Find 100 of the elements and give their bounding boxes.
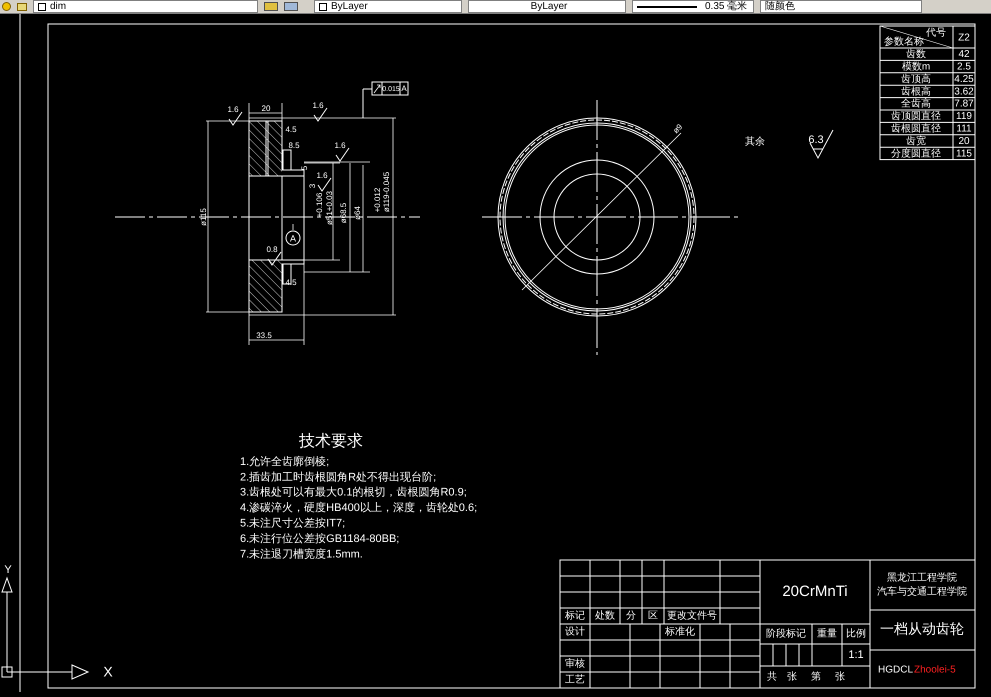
dropdown-value: 随颜色: [765, 2, 795, 12]
block-label: 审核: [565, 658, 585, 670]
layer-stack-icon[interactable]: [284, 2, 298, 11]
block-label: 处数: [595, 610, 615, 622]
block-label: 标记: [565, 610, 585, 622]
block-label: 阶段标记: [766, 628, 806, 640]
parameter-value: 20: [958, 136, 970, 147]
block-label: 重量: [817, 628, 837, 640]
dimension-text: 33.5: [256, 331, 272, 340]
dropdown-value: ByLayer: [530, 2, 568, 12]
swatch-icon: [319, 2, 327, 10]
dimension-text: +0.106: [315, 192, 324, 218]
dimension-text: 20: [262, 104, 270, 114]
dimension-text: ø9: [671, 122, 684, 136]
table-column-header: Z2: [958, 32, 970, 44]
parameter-value: 115: [956, 148, 972, 160]
runout-arrow-icon: [374, 84, 380, 94]
datum-circle: [286, 230, 300, 246]
school-name: 黑龙江工程学院: [887, 572, 957, 584]
parameter-label: 齿顶高: [901, 74, 931, 85]
surface-roughness-icon: [810, 130, 834, 160]
toolbar-dropdown[interactable]: 0.35 毫米: [632, 0, 754, 13]
surface-roughness-icon: [228, 112, 242, 126]
scale-value: 1:1: [848, 648, 864, 661]
block-label: 第: [811, 672, 821, 683]
parameter-value: 4.25: [954, 74, 974, 85]
block-label: 更改文件号: [667, 610, 717, 622]
dimension-text: ø64: [353, 206, 362, 220]
parameter-value: 111: [956, 124, 972, 135]
roughness-value: 1.6: [316, 171, 328, 180]
parameter-label: 模数m: [902, 62, 930, 73]
requirement-text: 4.渗碳淬火，硬度HB400以上，深度，齿轮处0.6;: [240, 502, 478, 514]
roughness-value: 1.6: [334, 141, 346, 150]
surface-roughness-icon: [314, 108, 328, 122]
block-label: 比例: [846, 628, 866, 640]
block-label: 分: [626, 610, 636, 622]
requirement-text: 7.未注退刀槽宽度1.5mm.: [240, 548, 363, 560]
toolbar-dropdown[interactable]: ByLayer: [468, 0, 626, 13]
requirement-text: 5.未注尺寸公差按IT7;: [240, 518, 346, 530]
layer-tool-icon[interactable]: [264, 2, 278, 11]
parameter-label: 齿顶圆直径: [891, 111, 941, 122]
dimension-text: ø115: [199, 208, 208, 226]
swatch-icon: [38, 2, 46, 10]
roughness-value: 6.3: [808, 134, 824, 146]
layers-icon[interactable]: [17, 2, 27, 10]
dropdown-value: ByLayer: [331, 2, 368, 12]
dimension-text: ø119-0.045: [382, 172, 392, 212]
drawing-number: HGDCL: [878, 664, 914, 676]
surface-roughness-icon: [336, 148, 350, 162]
axis-label: X: [103, 664, 113, 680]
block-label: 共: [767, 672, 777, 683]
roughness-value: 1.6: [227, 105, 239, 114]
table-header-label: 代号: [926, 28, 946, 39]
toolbar-dropdown[interactable]: dim: [33, 0, 258, 13]
dimension-text: +0.012: [373, 188, 382, 212]
parameter-label: 齿数: [906, 49, 926, 60]
datum-label: A: [290, 233, 296, 244]
dimension-text: 8.5: [288, 141, 300, 150]
roughness-value: 1.6: [312, 101, 324, 110]
ucs-axes-icon: [2, 576, 90, 680]
toolbar-dropdown[interactable]: 随颜色: [760, 0, 922, 13]
sun-icon[interactable]: [2, 2, 11, 11]
requirement-text: 3.齿根处可以有最大0.1的根切，齿根圆角R0.9;: [240, 486, 467, 499]
parameter-value: 7.87: [954, 98, 974, 110]
tolerance-datum: A: [401, 84, 407, 94]
parameter-value: 42: [958, 49, 970, 60]
block-label: 标准化: [665, 626, 695, 638]
dimension-text: 4.5: [285, 125, 297, 134]
block-label: 工艺: [565, 674, 585, 686]
requirement-text: 2.插齿加工时齿根圆角R处不得出现台阶;: [240, 471, 436, 484]
parameter-label: 齿宽: [906, 136, 926, 147]
parameter-value: 3.62: [954, 86, 974, 98]
parameter-label: 齿根高: [901, 86, 931, 98]
line-sample-icon: [637, 6, 697, 8]
block-label: 张: [835, 672, 845, 683]
parameter-label: 全齿高: [901, 98, 931, 110]
part-name: 一档从动齿轮: [880, 620, 964, 637]
roughness-value: 0.8: [266, 245, 278, 254]
block-label: 区: [648, 610, 658, 622]
surface-roughness-icon: [268, 252, 282, 266]
dropdown-value: 0.35 毫米: [705, 2, 748, 12]
material-text: 20CrMnTi: [782, 582, 848, 600]
parameter-value: 119: [956, 111, 972, 122]
requirement-text: 1.允许全齿廓倒棱;: [240, 456, 330, 468]
axis-label: Y: [4, 564, 12, 576]
dimension-text: 5: [300, 166, 310, 170]
toolbar-dropdown[interactable]: ByLayer: [314, 0, 462, 13]
block-label: 设计: [565, 626, 585, 638]
school-name: 汽车与交通工程学院: [877, 586, 967, 598]
parameter-value: 2.5: [957, 62, 971, 73]
block-label: 张: [787, 672, 797, 683]
requirement-text: 6.未注行位公差按GB1184-80BB;: [240, 532, 400, 545]
drawing-number-suffix: Zhoolei-5: [914, 664, 956, 676]
dimension-text: 3: [308, 184, 318, 188]
dropdown-value: dim: [50, 2, 66, 12]
requirements-title: 技术要求: [299, 433, 363, 450]
tolerance-frame: [362, 82, 408, 118]
surface-roughness-icon: [318, 178, 332, 192]
parameter-label: 齿根圆直径: [891, 124, 941, 135]
table-header-label: 参数名称: [884, 36, 924, 48]
